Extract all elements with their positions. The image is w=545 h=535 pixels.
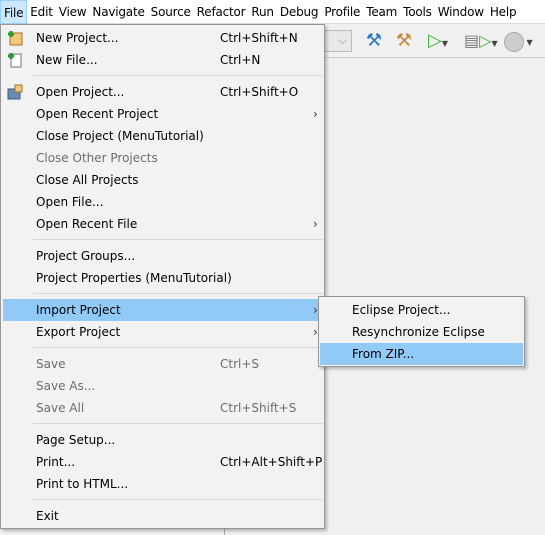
menu-separator xyxy=(33,239,323,240)
build-hammer-icon[interactable]: ⚒ xyxy=(364,30,384,52)
menu-item-new-file[interactable]: New File... Ctrl+N xyxy=(3,49,323,71)
new-project-icon xyxy=(7,30,23,46)
menu-help[interactable]: Help xyxy=(487,0,520,24)
menu-item-open-file[interactable]: Open File... xyxy=(3,191,323,213)
shortcut-label: Ctrl+Alt+Shift+P xyxy=(220,455,323,469)
menu-item-new-project[interactable]: New Project... Ctrl+Shift+N xyxy=(3,27,323,49)
menu-separator xyxy=(33,347,323,348)
menu-separator xyxy=(33,75,323,76)
menu-separator xyxy=(33,293,323,294)
menu-item-label: Import Project xyxy=(36,303,121,317)
menu-item-print[interactable]: Print... Ctrl+Alt+Shift+P xyxy=(3,451,323,473)
menu-item-label: Print... xyxy=(36,455,76,469)
menu-item-label: Open Recent Project xyxy=(36,107,159,121)
submenu-arrow-icon: › xyxy=(313,217,318,231)
menu-item-project-groups[interactable]: Project Groups... xyxy=(3,245,323,267)
menu-item-exit[interactable]: Exit xyxy=(3,505,323,527)
menu-item-open-recent-file[interactable]: Open Recent File › xyxy=(3,213,323,235)
menu-window[interactable]: Window xyxy=(435,0,487,24)
menu-item-open-recent-project[interactable]: Open Recent Project › xyxy=(3,103,323,125)
profile-icon[interactable]: ▼ xyxy=(504,30,544,52)
menu-item-label: Open Recent File xyxy=(36,217,138,231)
file-menu: New Project... Ctrl+Shift+N New File... Ctr… xyxy=(0,24,325,529)
menu-item-label: Project Properties (MenuTutorial) xyxy=(36,271,232,285)
menu-item-page-setup[interactable]: Page Setup... xyxy=(3,429,323,451)
menu-edit[interactable]: Edit xyxy=(27,0,55,24)
menu-bar: File Edit View Navigate Source Refactor Run Deb… xyxy=(0,0,545,24)
run-icon[interactable]: ▷▼ xyxy=(428,30,452,52)
menu-refactor[interactable]: Refactor xyxy=(194,0,249,24)
menu-item-label: New File... xyxy=(36,53,98,67)
menu-profile[interactable]: Profile xyxy=(321,0,363,24)
menu-team[interactable]: Team xyxy=(363,0,400,24)
menu-item-label: Close Other Projects xyxy=(36,151,158,165)
shortcut-label: Ctrl+N xyxy=(220,53,261,67)
menu-item-label: Close Project (MenuTutorial) xyxy=(36,129,204,143)
menu-item-from-zip[interactable]: From ZIP... xyxy=(320,343,523,365)
menu-separator xyxy=(33,499,323,500)
menu-item-eclipse-project[interactable]: Eclipse Project... xyxy=(320,299,523,321)
menu-item-save-all: Save All Ctrl+Shift+S xyxy=(3,397,323,419)
clean-build-icon[interactable]: ⚒ xyxy=(392,30,416,52)
menu-item-resynchronize-eclipse-projects[interactable]: Resynchronize Eclipse Projects xyxy=(320,321,523,361)
menu-source[interactable]: Source xyxy=(148,0,194,24)
menu-item-label: Save All xyxy=(36,401,85,415)
menu-item-label: Eclipse Project... xyxy=(352,303,451,317)
menu-item-label: New Project... xyxy=(36,31,119,45)
menu-item-label: Page Setup... xyxy=(36,433,116,447)
shortcut-label: Ctrl+Shift+O xyxy=(220,85,299,99)
menu-item-label: Open Project... xyxy=(36,85,125,99)
debug-icon[interactable]: ▤▷▼ xyxy=(464,30,498,52)
menu-run[interactable]: Run xyxy=(248,0,276,24)
menu-item-label: From ZIP... xyxy=(352,347,415,361)
submenu-arrow-icon: › xyxy=(313,107,318,121)
menu-item-label: Save xyxy=(36,357,66,371)
menu-item-save-as: Save As... xyxy=(3,375,323,397)
menu-item-close-project-menututorial[interactable]: Close Project (MenuTutorial) xyxy=(3,125,323,147)
menu-item-print-to-html[interactable]: Print to HTML... xyxy=(3,473,323,495)
shortcut-label: Ctrl+Shift+S xyxy=(220,401,297,415)
menu-navigate[interactable]: Navigate xyxy=(89,0,147,24)
menu-item-label: Exit xyxy=(36,509,59,523)
menu-item-close-other-projects: Close Other Projects xyxy=(3,147,323,169)
menu-item-open-project[interactable]: Open Project... Ctrl+Shift+O xyxy=(3,81,323,103)
menu-item-label: Print to HTML... xyxy=(36,477,129,491)
toolbar: ⌵ ⚒ ⚒ ▷▼ ▤▷▼ ▼ xyxy=(320,24,545,58)
menu-debug[interactable]: Debug xyxy=(277,0,321,24)
menu-item-label: Save As... xyxy=(36,379,96,393)
menu-item-close-all-projects[interactable]: Close All Projects xyxy=(3,169,323,191)
menu-separator xyxy=(33,423,323,424)
menu-item-export-project[interactable]: Export Project › xyxy=(3,321,323,343)
open-project-icon xyxy=(7,84,23,100)
menu-item-import-project[interactable]: Import Project › xyxy=(3,299,323,321)
shortcut-label: Ctrl+Shift+N xyxy=(220,31,298,45)
menu-item-save: Save Ctrl+S xyxy=(3,353,323,375)
shortcut-label: Ctrl+S xyxy=(220,357,260,371)
new-file-icon xyxy=(7,52,23,68)
menu-item-label: Close All Projects xyxy=(36,173,139,187)
menu-tools[interactable]: Tools xyxy=(400,0,435,24)
menu-item-label: Project Groups... xyxy=(36,249,136,263)
menu-item-label: Open File... xyxy=(36,195,104,209)
menu-item-project-properties-menututorial[interactable]: Project Properties (MenuTutorial) xyxy=(3,267,323,289)
import-project-submenu: Eclipse Project... Resynchronize Eclipse … xyxy=(318,296,525,367)
menu-item-label: Export Project xyxy=(36,325,121,339)
menu-file[interactable]: File xyxy=(0,0,28,24)
menu-view[interactable]: View xyxy=(56,0,90,24)
